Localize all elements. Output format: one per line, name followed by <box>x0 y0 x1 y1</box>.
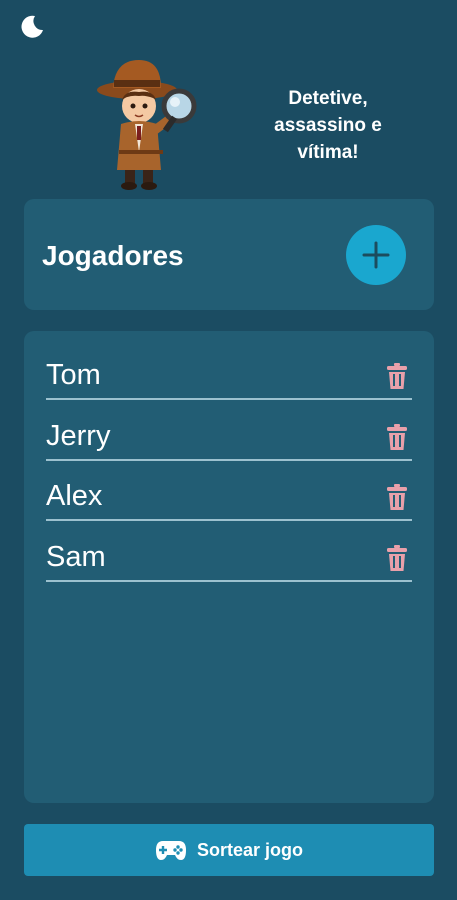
trash-icon <box>387 363 407 389</box>
delete-player-button[interactable] <box>384 361 410 391</box>
player-name[interactable]: Tom <box>46 359 101 392</box>
player-name[interactable]: Alex <box>46 480 102 513</box>
delete-player-button[interactable] <box>384 422 410 452</box>
players-title: Jogadores <box>42 240 184 271</box>
add-player-button[interactable] <box>346 225 406 285</box>
gamepad-icon <box>155 841 186 860</box>
trash-icon <box>387 484 407 510</box>
player-name[interactable]: Sam <box>46 541 106 574</box>
player-name[interactable]: Jerry <box>46 420 110 453</box>
draw-game-label: Sortear jogo <box>196 839 303 860</box>
player-list: Tom Jerry Alex Sam <box>24 331 434 803</box>
detective-mascot-image <box>97 60 197 190</box>
moon-icon <box>21 15 43 38</box>
trash-icon <box>387 545 407 571</box>
plus-icon <box>362 241 390 269</box>
player-row: Jerry <box>46 412 412 461</box>
player-row: Tom <box>46 351 412 400</box>
trash-icon <box>387 424 407 450</box>
player-row: Sam <box>46 533 412 582</box>
draw-game-button[interactable]: Sortear jogo <box>24 824 434 876</box>
players-header-card: Jogadores <box>24 199 434 310</box>
delete-player-button[interactable] <box>384 543 410 573</box>
header: Detetive, assassino e vítima! <box>0 52 457 192</box>
player-row: Alex <box>46 472 412 521</box>
delete-player-button[interactable] <box>384 482 410 512</box>
theme-toggle-button[interactable] <box>18 12 46 40</box>
app-title: Detetive, assassino e vítima! <box>274 88 382 163</box>
